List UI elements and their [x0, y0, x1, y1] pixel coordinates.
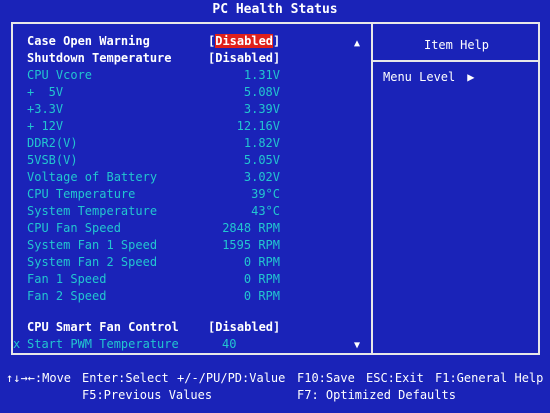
hint-help: F1:General Help [435, 371, 544, 385]
setting-row: System Temperature 43°C [0, 203, 370, 220]
menu-level-arrow-icon: ▶ [467, 70, 475, 84]
setting-row: + 5V 5.08V [0, 84, 370, 101]
setting-label: + 5V [27, 85, 64, 99]
smart-fan-value[interactable]: [Disabled] [208, 319, 280, 336]
setting-value: 2848 RPM [222, 221, 280, 235]
setting-row: + 12V 12.16V [0, 118, 370, 135]
setting-row: CPU Vcore 1.31V [0, 67, 370, 84]
pwm-row: x Start PWM Temperature 40 [0, 336, 370, 353]
setting-row: Fan 1 Speed 0 RPM [0, 271, 370, 288]
setting-value: 12.16V [236, 119, 280, 133]
key-help-bar: ↑↓→←:Move Enter:Select +/-/PU/PD:Value F… [0, 358, 550, 413]
hint-move: ↑↓→←:Move [6, 371, 72, 385]
setting-label: DDR2(V) [27, 136, 78, 150]
hint-value: +/-/PU/PD:Value [177, 371, 286, 385]
setting-value: 0 RPM [243, 272, 280, 286]
hint-save: F10:Save [297, 371, 355, 385]
setting-label: Voltage of Battery [27, 170, 158, 184]
menu-level: Menu Level ▶ [383, 69, 474, 85]
menu-level-label: Menu Level [383, 70, 456, 84]
setting-value: 0 RPM [243, 289, 280, 303]
setting-row: System Fan 1 Speed 1595 RPM [0, 237, 370, 254]
panel-divider [371, 22, 373, 355]
setting-value: 43°C [251, 204, 280, 218]
settings-list: Case Open Warning [Disabled] Shutdown Temp… [0, 0, 370, 355]
setting-label: Fan 2 Speed [27, 289, 107, 303]
setting-value[interactable]: [Disabled] [208, 33, 280, 50]
setting-value: 3.39V [243, 102, 280, 116]
hint-defaults: F7: Optimized Defaults [297, 388, 456, 402]
help-divider [373, 60, 540, 62]
setting-label: System Fan 2 Speed [27, 255, 158, 269]
setting-row: System Fan 2 Speed 0 RPM [0, 254, 370, 271]
pwm-label: Start PWM Temperature [27, 337, 179, 351]
setting-value: 5.05V [243, 153, 280, 167]
setting-value: 0 RPM [243, 255, 280, 269]
item-help-title: Item Help [423, 38, 490, 52]
setting-value[interactable]: [Disabled] [208, 50, 280, 67]
setting-label: +3.3V [27, 102, 64, 116]
setting-row: DDR2(V) 1.82V [0, 135, 370, 152]
setting-row: +3.3V 3.39V [0, 101, 370, 118]
setting-row: Voltage of Battery 3.02V [0, 169, 370, 186]
scroll-up-icon[interactable]: ▲ [352, 38, 362, 49]
setting-label: Case Open Warning [27, 34, 150, 48]
setting-value: 1.82V [243, 136, 280, 150]
smart-fan-label: CPU Smart Fan Control [27, 320, 179, 334]
highlight-cursor[interactable]: Disabled [215, 34, 274, 48]
setting-row[interactable]: Case Open Warning [Disabled] [0, 33, 370, 50]
setting-row[interactable]: Shutdown Temperature [Disabled] [0, 50, 370, 67]
setting-label: 5VSB(V) [27, 153, 78, 167]
setting-row: 5VSB(V) 5.05V [0, 152, 370, 169]
setting-value: 5.08V [243, 85, 280, 99]
setting-row: CPU Temperature 39°C [0, 186, 370, 203]
setting-row: Fan 2 Speed 0 RPM [0, 288, 370, 305]
setting-row: CPU Fan Speed 2848 RPM [0, 220, 370, 237]
setting-value: 39°C [251, 187, 280, 201]
hint-exit: ESC:Exit [366, 371, 424, 385]
setting-label: System Temperature [27, 204, 158, 218]
setting-value: 1.31V [243, 68, 280, 82]
setting-value: 1595 RPM [222, 238, 280, 252]
setting-label: CPU Temperature [27, 187, 136, 201]
setting-label: CPU Vcore [27, 68, 93, 82]
setting-label: Fan 1 Speed [27, 272, 107, 286]
setting-value: 3.02V [243, 170, 280, 184]
smart-fan-row[interactable]: CPU Smart Fan Control [Disabled] [0, 319, 370, 336]
setting-label: Shutdown Temperature [27, 51, 172, 65]
pwm-marker: x [13, 337, 21, 351]
scroll-down-icon[interactable]: ▼ [352, 340, 362, 351]
pwm-value: 40 [222, 337, 237, 351]
hint-previous: F5:Previous Values [82, 388, 213, 402]
hint-enter: Enter:Select [82, 371, 169, 385]
setting-label: + 12V [27, 119, 64, 133]
setting-label: System Fan 1 Speed [27, 238, 158, 252]
setting-label: CPU Fan Speed [27, 221, 121, 235]
